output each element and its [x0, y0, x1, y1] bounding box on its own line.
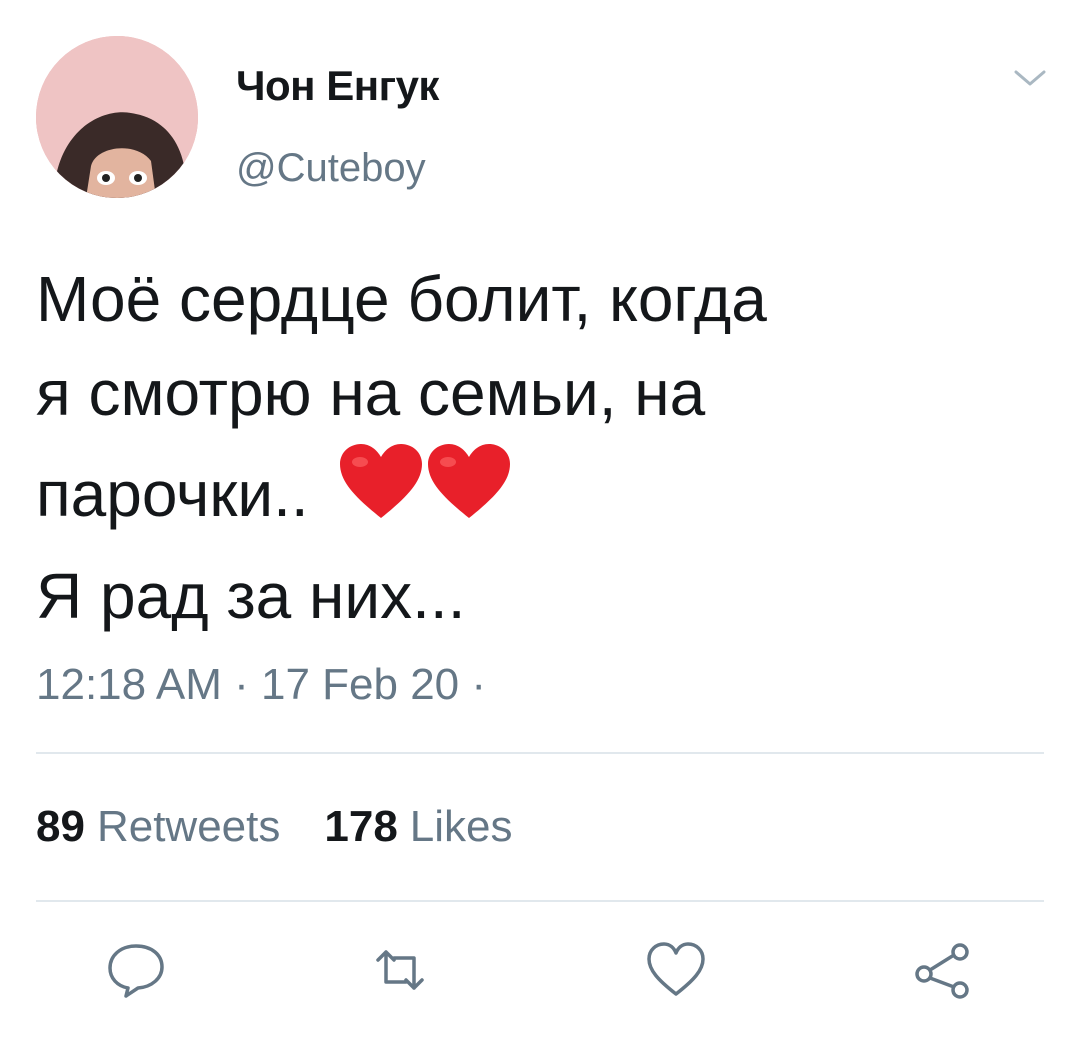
engagement-stats: 89 Retweets 178 Likes — [36, 802, 513, 852]
divider — [36, 900, 1044, 902]
heart-emoji — [336, 440, 512, 549]
heart-icon — [428, 444, 511, 518]
tweet-body-end: Я рад за них... — [36, 560, 466, 632]
heart-icon — [340, 444, 423, 518]
retweets-label: Retweets — [96, 802, 281, 851]
retweets-count: 89 — [36, 802, 85, 851]
action-bar — [0, 940, 1080, 1000]
retweet-icon[interactable] — [368, 940, 432, 1000]
like-icon[interactable] — [644, 940, 708, 1000]
avatar[interactable] — [36, 36, 198, 198]
timestamp[interactable]: 12:18 AM · 17 Feb 20 · — [36, 660, 486, 710]
likes-count: 178 — [324, 802, 398, 851]
author-name[interactable]: Чон Енгук — [236, 62, 439, 110]
avatar-image — [36, 36, 198, 198]
chevron-down-icon[interactable] — [1012, 64, 1048, 92]
author-handle[interactable]: @Cuteboy — [236, 146, 426, 191]
divider — [36, 752, 1044, 754]
tweet-text: Моё сердце болит, когда я смотрю на семь… — [36, 252, 1046, 643]
likes-stat[interactable]: 178 Likes — [324, 802, 512, 852]
likes-label: Likes — [409, 802, 513, 851]
retweets-stat[interactable]: 89 Retweets — [36, 802, 280, 852]
share-icon[interactable] — [910, 940, 974, 1000]
reply-icon[interactable] — [104, 940, 168, 1000]
